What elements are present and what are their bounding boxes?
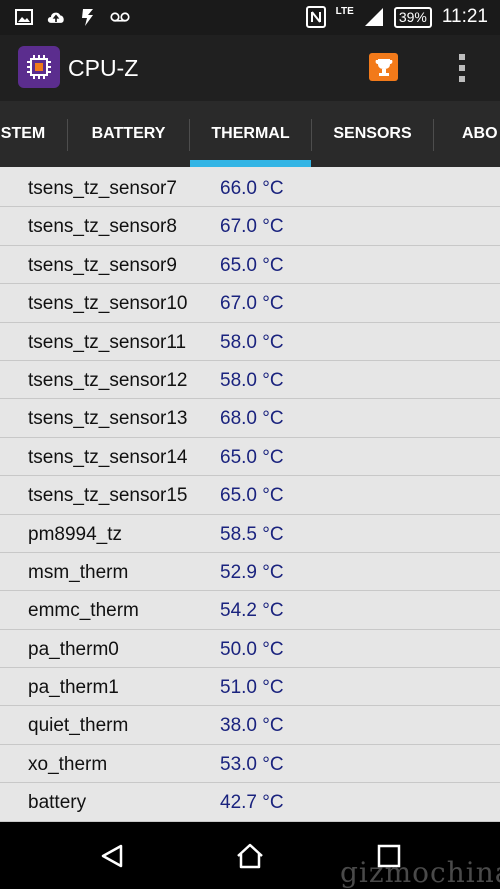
sensor-value: 65.0 °C: [220, 446, 284, 468]
sensor-name: tsens_tz_sensor15: [28, 485, 188, 507]
list-item: battery 42.7 °C: [0, 783, 500, 822]
nfc-icon: [305, 6, 326, 28]
sensor-name: battery: [28, 792, 87, 814]
thermal-list[interactable]: tsens_tz_sensor7 66.0 °C tsens_tz_sensor8…: [0, 169, 500, 822]
list-item: pa_therm0 50.0 °C: [0, 630, 500, 669]
sensor-name: quiet_therm: [28, 715, 129, 737]
tab-battery[interactable]: BATTERY: [68, 101, 189, 167]
sensor-name: emmc_therm: [28, 600, 139, 622]
back-icon[interactable]: [96, 840, 128, 872]
sensor-name: tsens_tz_sensor8: [28, 216, 177, 238]
sensor-value: 58.0 °C: [220, 331, 284, 353]
status-bar-notifications: [14, 7, 130, 27]
sensor-value: 52.9 °C: [220, 561, 284, 583]
list-item: pa_therm1 51.0 °C: [0, 668, 500, 707]
sensor-name: tsens_tz_sensor12: [28, 369, 188, 391]
sensor-value: 42.7 °C: [220, 792, 284, 814]
sensor-name: pa_therm0: [28, 638, 119, 660]
tab-divider: [433, 119, 434, 151]
sensor-value: 66.0 °C: [220, 178, 284, 199]
list-item: emmc_therm 54.2 °C: [0, 591, 500, 630]
status-bar: LTE 39% 11:21: [0, 0, 500, 35]
sensor-value: 53.0 °C: [220, 753, 284, 775]
sensor-name: tsens_tz_sensor10: [28, 293, 188, 315]
usb-debug-icon: [78, 7, 98, 27]
tab-system[interactable]: STEM: [0, 101, 66, 167]
sensor-value: 67.0 °C: [220, 293, 284, 315]
app-bar: CPU-Z: [0, 35, 500, 101]
list-item: tsens_tz_sensor9 65.0 °C: [0, 246, 500, 285]
sensor-name: msm_therm: [28, 561, 129, 583]
sensor-name: tsens_tz_sensor11: [28, 331, 187, 353]
tab-bar: STEM BATTERY THERMAL SENSORS ABO: [0, 101, 500, 167]
selected-tab-indicator: [190, 160, 311, 167]
sensor-value: 38.0 °C: [220, 715, 284, 737]
list-item: msm_therm 52.9 °C: [0, 553, 500, 592]
list-item: tsens_tz_sensor13 68.0 °C: [0, 399, 500, 438]
list-item: tsens_tz_sensor11 58.0 °C: [0, 323, 500, 361]
sensor-name: tsens_tz_sensor7: [28, 178, 177, 199]
sensor-value: 65.0 °C: [220, 254, 284, 276]
status-bar-system: LTE 39% 11:21: [305, 5, 488, 28]
network-type: LTE: [335, 5, 354, 17]
sensor-name: pm8994_tz: [28, 523, 123, 545]
sensor-value: 58.0 °C: [220, 369, 284, 391]
sensor-value: 65.0 °C: [220, 485, 284, 507]
list-item: tsens_tz_sensor15 65.0 °C: [0, 476, 500, 515]
cloud-upload-icon: [46, 7, 66, 27]
list-item: tsens_tz_sensor7 66.0 °C: [0, 169, 500, 208]
sensor-name: tsens_tz_sensor14: [28, 446, 188, 468]
clock: 11:21: [441, 6, 488, 27]
sensor-value: 68.0 °C: [220, 408, 284, 430]
list-item: tsens_tz_sensor8 67.0 °C: [0, 207, 500, 246]
home-icon[interactable]: [234, 840, 266, 872]
sensor-name: tsens_tz_sensor13: [28, 408, 188, 430]
sensor-name: xo_therm: [28, 753, 108, 775]
list-item: tsens_tz_sensor10 67.0 °C: [0, 284, 500, 323]
sensor-value: 54.2 °C: [220, 600, 284, 622]
sensor-value: 50.0 °C: [220, 638, 284, 660]
list-item: quiet_therm 38.0 °C: [0, 706, 500, 745]
voicemail-icon: [110, 7, 130, 27]
list-item: tsens_tz_sensor12 58.0 °C: [0, 361, 500, 400]
sensor-value: 51.0 °C: [220, 677, 284, 699]
watermark: gizmochina: [340, 856, 500, 889]
list-item: xo_therm 53.0 °C: [0, 745, 500, 784]
battery-icon: 39%: [393, 6, 432, 28]
list-item: pm8994_tz 58.5 °C: [0, 515, 500, 553]
sensor-name: tsens_tz_sensor9: [28, 254, 177, 276]
trophy-icon[interactable]: [369, 53, 398, 81]
sensor-name: pa_therm1: [28, 677, 119, 699]
image-icon: [14, 7, 34, 27]
signal-icon: [364, 7, 384, 27]
app-title: CPU-Z: [68, 55, 139, 81]
list-item: tsens_tz_sensor14 65.0 °C: [0, 438, 500, 477]
overflow-menu-icon[interactable]: [450, 50, 474, 86]
tab-about[interactable]: ABO: [462, 101, 500, 167]
battery-level: 39%: [398, 8, 427, 25]
tab-thermal[interactable]: THERMAL: [190, 101, 311, 167]
sensor-value: 67.0 °C: [220, 216, 284, 238]
tab-sensors[interactable]: SENSORS: [312, 101, 433, 167]
sensor-value: 58.5 °C: [220, 523, 284, 545]
cpu-chip-icon: [18, 46, 60, 88]
